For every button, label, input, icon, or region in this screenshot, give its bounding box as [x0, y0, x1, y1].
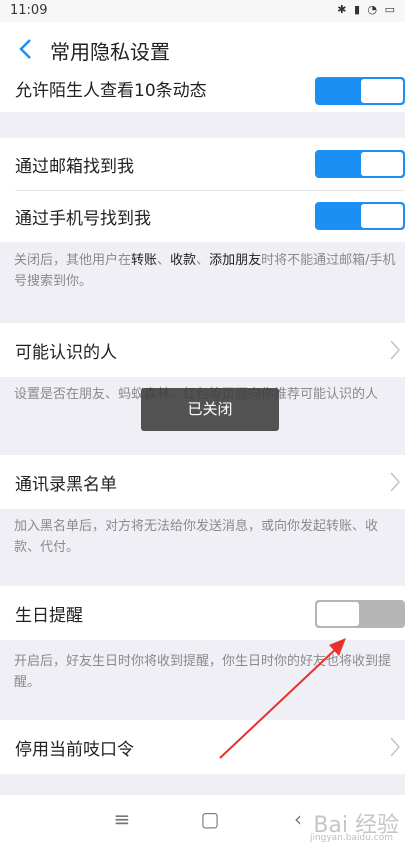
home-icon[interactable]: ▢ — [195, 807, 225, 831]
watermark-url: jingyan.baidu.com — [309, 833, 393, 843]
annotation-arrow — [219, 638, 346, 759]
menu-icon[interactable]: ≡ — [107, 807, 137, 831]
watermark: Bai 经验 jingyan.baidu.com — [289, 795, 399, 845]
